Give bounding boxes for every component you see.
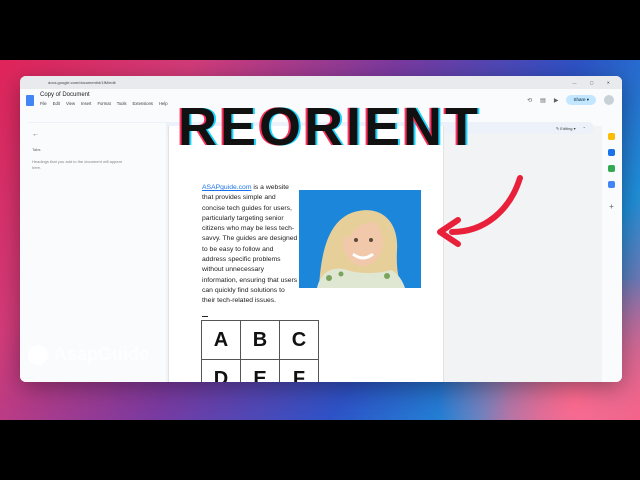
docs-logo-icon[interactable] bbox=[26, 95, 34, 106]
headline-text: REORIENT bbox=[178, 97, 482, 157]
mode-select[interactable]: ✎ Editing ▾ bbox=[556, 126, 576, 131]
document-title[interactable]: Copy of Document bbox=[40, 92, 168, 98]
browser-chrome: docs.google.com/document/d/1fM/edit — ▢ … bbox=[20, 76, 622, 89]
table-cell[interactable]: D bbox=[201, 359, 241, 382]
body-paragraph[interactable]: ASAPguide.com is a website that provides… bbox=[202, 183, 298, 307]
portrait-illustration bbox=[299, 190, 421, 288]
menu-extensions[interactable]: Extensions bbox=[133, 101, 153, 106]
menu-format[interactable]: Format bbox=[97, 101, 110, 106]
menu-insert[interactable]: Insert bbox=[81, 101, 91, 106]
comment-icon[interactable]: ▤ bbox=[540, 97, 546, 104]
menu-bar: File Edit View Insert Format Tools Exten… bbox=[40, 101, 168, 106]
table-row: D E F bbox=[201, 359, 319, 382]
table-row: A B C bbox=[201, 320, 319, 360]
tasks-icon[interactable] bbox=[608, 149, 615, 156]
avatar[interactable] bbox=[604, 95, 614, 105]
table-cell[interactable]: F bbox=[279, 359, 319, 382]
menu-tools[interactable]: Tools bbox=[117, 101, 127, 106]
letter-table[interactable]: A B C D E F bbox=[201, 320, 319, 382]
share-label: Share bbox=[573, 97, 586, 102]
history-icon[interactable]: ⟲ bbox=[527, 97, 532, 104]
document-page[interactable]: ASAPguide.com is a website that provides… bbox=[168, 126, 444, 382]
table-cell[interactable]: A bbox=[201, 320, 241, 360]
mode-label: Editing bbox=[560, 125, 573, 131]
text-cursor bbox=[202, 316, 208, 318]
maps-icon[interactable] bbox=[608, 181, 615, 188]
collapse-icon[interactable]: ⌃ bbox=[583, 126, 586, 131]
table-cell[interactable]: B bbox=[240, 320, 280, 360]
table-cell[interactable]: E bbox=[240, 359, 280, 382]
keep-icon[interactable] bbox=[608, 133, 615, 140]
share-button[interactable]: Share ▾ bbox=[566, 95, 596, 105]
asapguide-logo-icon bbox=[28, 344, 48, 365]
asapguide-link[interactable]: ASAPguide.com bbox=[202, 184, 252, 191]
menu-file[interactable]: File bbox=[40, 101, 47, 106]
add-addon-icon[interactable]: + bbox=[608, 203, 615, 211]
portrait-image[interactable] bbox=[299, 190, 421, 288]
side-apps-rail: + bbox=[602, 123, 622, 382]
menu-view[interactable]: View bbox=[66, 101, 75, 106]
menu-edit[interactable]: Edit bbox=[53, 101, 60, 106]
table-cell[interactable]: C bbox=[279, 320, 319, 360]
window-controls[interactable]: — ▢ ✕ bbox=[573, 80, 616, 85]
tabs-label: Tabs bbox=[32, 147, 41, 152]
watermark-text: AsapGuide bbox=[54, 344, 150, 364]
browser-url[interactable]: docs.google.com/document/d/1fM/edit bbox=[48, 80, 116, 85]
asapguide-watermark: AsapGuide bbox=[28, 344, 149, 365]
menu-help[interactable]: Help bbox=[159, 101, 168, 106]
back-arrow-icon[interactable]: ← bbox=[32, 131, 39, 138]
meet-icon[interactable]: ▶ bbox=[554, 97, 559, 104]
outline-note: Headings that you add to the document wi… bbox=[32, 159, 123, 170]
contacts-icon[interactable] bbox=[608, 165, 615, 172]
red-arrow-icon bbox=[437, 175, 523, 247]
paragraph-text: is a website that provides simple and co… bbox=[202, 184, 298, 305]
header-actions: ⟲ ▤ ▶ Share ▾ bbox=[527, 95, 614, 105]
